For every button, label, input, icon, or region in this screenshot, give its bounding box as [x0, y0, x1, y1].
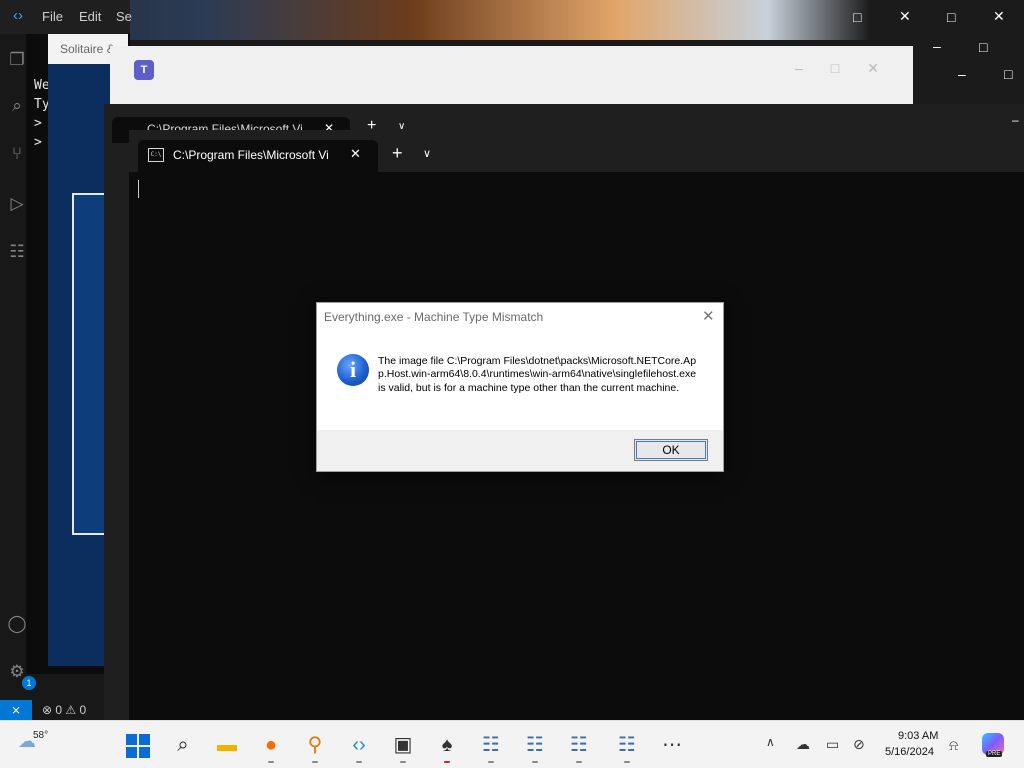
firefox-icon[interactable]: ● [258, 732, 284, 758]
terminal-tab-title: C:\Program Files\Microsoft Vi [173, 148, 329, 162]
new-tab-button[interactable]: + [392, 143, 403, 164]
search-everything-icon[interactable]: ⚲ [302, 732, 328, 758]
desktop-wallpaper [0, 0, 1024, 40]
solitaire-taskbar-icon[interactable]: ♠ [434, 732, 460, 758]
running-indicator [356, 761, 362, 763]
vscode-logo-icon: ‹› [13, 7, 23, 24]
running-indicator [576, 761, 582, 763]
onedrive-icon[interactable]: ☁ [796, 736, 810, 753]
weather-temperature[interactable]: 58° [33, 730, 48, 741]
maximize-icon[interactable]: □ [1004, 66, 1012, 82]
more-apps-icon[interactable]: ⋯ [659, 732, 685, 758]
minimize-icon[interactable]: – [1012, 113, 1019, 127]
tab-close-icon[interactable]: ✕ [350, 146, 361, 162]
teams-icon: T [134, 60, 154, 80]
menu-selection[interactable]: Se [116, 9, 132, 24]
maximize-icon[interactable]: □ [947, 9, 955, 25]
volume-icon[interactable]: ⊘ [853, 736, 865, 753]
running-indicator [488, 761, 494, 763]
settings-badge: 1 [22, 676, 36, 690]
remote-indicator-icon[interactable]: ⨯ [0, 700, 32, 720]
search-icon[interactable]: ⌕ [7, 96, 27, 116]
chevron-up-icon[interactable]: ∧ [766, 735, 775, 749]
clock-time[interactable]: 9:03 AM [898, 730, 938, 742]
minimize-icon[interactable]: – [958, 66, 966, 82]
notification-bell-icon[interactable]: ⍾ [949, 737, 958, 754]
terminal-taskbar-icon[interactable]: ▣ [390, 732, 416, 758]
running-indicator [400, 761, 406, 763]
info-icon: i [337, 354, 369, 386]
file-explorer-icon[interactable]: ▬ [214, 732, 240, 758]
close-icon[interactable]: ✕ [993, 8, 1005, 25]
terminal-tab-icon: C:\ [148, 148, 164, 162]
maximize-icon[interactable]: □ [979, 39, 987, 55]
running-indicator [624, 761, 630, 763]
minimize-icon[interactable]: – [933, 38, 941, 54]
menu-file[interactable]: File [42, 9, 63, 24]
maximize-icon[interactable]: □ [853, 9, 861, 25]
solitaire-title: Solitaire & [60, 42, 115, 56]
ok-button[interactable]: OK [634, 439, 708, 461]
running-indicator-alert [444, 761, 450, 763]
vscode-taskbar-icon[interactable]: ‹› [346, 732, 372, 758]
dialog-close-button[interactable]: ✕ [702, 307, 715, 325]
dialog-message: The image file C:\Program Files\dotnet\p… [378, 355, 697, 394]
remote-desktop-icon[interactable]: ☷ [566, 732, 592, 758]
explorer-icon[interactable]: ❐ [7, 50, 27, 70]
chevron-down-icon[interactable]: ∨ [423, 147, 431, 160]
teams-window-controls[interactable]: –□✕ [795, 60, 907, 77]
menu-edit[interactable]: Edit [79, 9, 101, 24]
taskbar [0, 720, 1024, 768]
display-icon[interactable]: ▭ [826, 736, 839, 753]
running-indicator [268, 761, 274, 763]
remote-desktop-icon[interactable]: ☷ [478, 732, 504, 758]
teams-window [110, 46, 913, 106]
running-indicator [312, 761, 318, 763]
source-control-icon[interactable]: ⑂ [7, 144, 27, 164]
terminal-cursor[interactable] [138, 180, 139, 198]
copilot-preview-badge: PRE [986, 751, 1003, 757]
close-icon[interactable]: ✕ [899, 8, 911, 25]
running-indicator [532, 761, 538, 763]
search-icon[interactable]: ⌕ [170, 732, 196, 758]
clock-date[interactable]: 5/16/2024 [885, 746, 934, 758]
account-icon[interactable]: ◯ [7, 614, 27, 634]
remote-desktop-icon[interactable]: ☷ [522, 732, 548, 758]
extensions-icon[interactable]: ☷ [7, 242, 27, 262]
run-debug-icon[interactable]: ▷ [7, 194, 27, 214]
remote-desktop-icon[interactable]: ☷ [614, 732, 640, 758]
problems-count[interactable]: ⊗ 0 ⚠ 0 [42, 703, 86, 717]
windows-start-icon[interactable] [126, 734, 150, 758]
dialog-title: Everything.exe - Machine Type Mismatch [324, 310, 544, 324]
